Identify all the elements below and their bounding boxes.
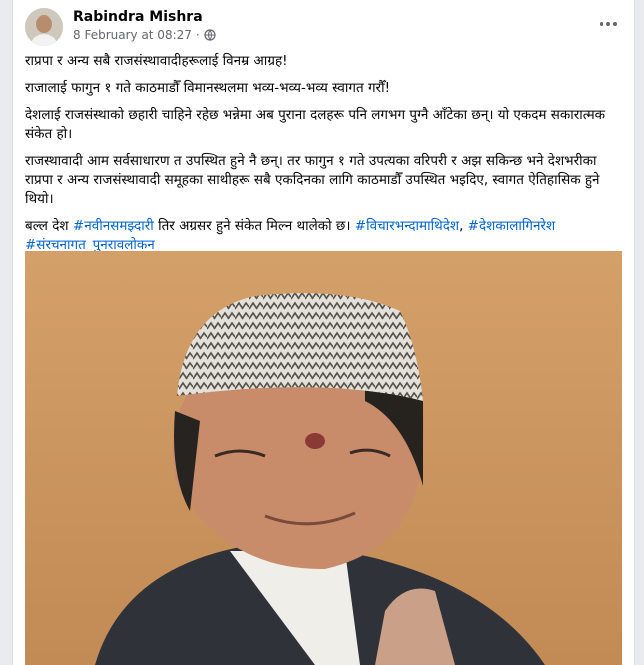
post-photo[interactable] <box>25 251 622 665</box>
paragraph-5-comma: , <box>459 218 468 234</box>
post-paragraph-2: राजालाई फागुन १ गते काठमाडौँ विमानस्थलमा… <box>25 80 390 96</box>
hashtag-link[interactable]: #देशकालागिनरेश <box>468 218 555 234</box>
post-paragraph-4: राजस्थावादी आम सर्वसाधारण त उपस्थित हुने… <box>25 153 600 207</box>
paragraph-5-prefix: बल्ल देश <box>25 218 73 234</box>
post-meta: 8 February at 08:27 · <box>73 28 216 42</box>
post-paragraph-5: बल्ल देश #नवीनसमझ्दारी तिर अग्रसर हुने स… <box>25 217 623 255</box>
author-avatar[interactable] <box>25 8 63 46</box>
meta-separator: · <box>195 28 200 42</box>
post-text: राप्रपा र अन्य सबै राजसंस्थावादीहरूलाई व… <box>25 52 623 263</box>
post-paragraph-1: राप्रपा र अन्य सबै राजसंस्थावादीहरूलाई व… <box>25 53 288 69</box>
post-card: Rabindra Mishra 8 February at 08:27 · रा… <box>12 0 635 665</box>
post-header: Rabindra Mishra 8 February at 08:27 · <box>13 0 634 50</box>
hashtag-link[interactable]: #विचारभन्दामाथिदेश <box>355 218 459 234</box>
post-timestamp[interactable]: 8 February at 08:27 <box>73 28 192 42</box>
globe-icon <box>204 29 216 41</box>
author-name[interactable]: Rabindra Mishra <box>73 9 203 25</box>
more-options-icon[interactable] <box>598 14 618 34</box>
paragraph-5-middle: तिर अग्रसर हुने संकेत मिल्न थालेको छ। <box>153 218 355 234</box>
post-paragraph-3: देशलाई राजसंस्थाको छहारी चाहिने रहेछ भन्… <box>25 107 606 142</box>
hashtag-link[interactable]: #नवीनसमझ्दारी <box>73 218 154 234</box>
